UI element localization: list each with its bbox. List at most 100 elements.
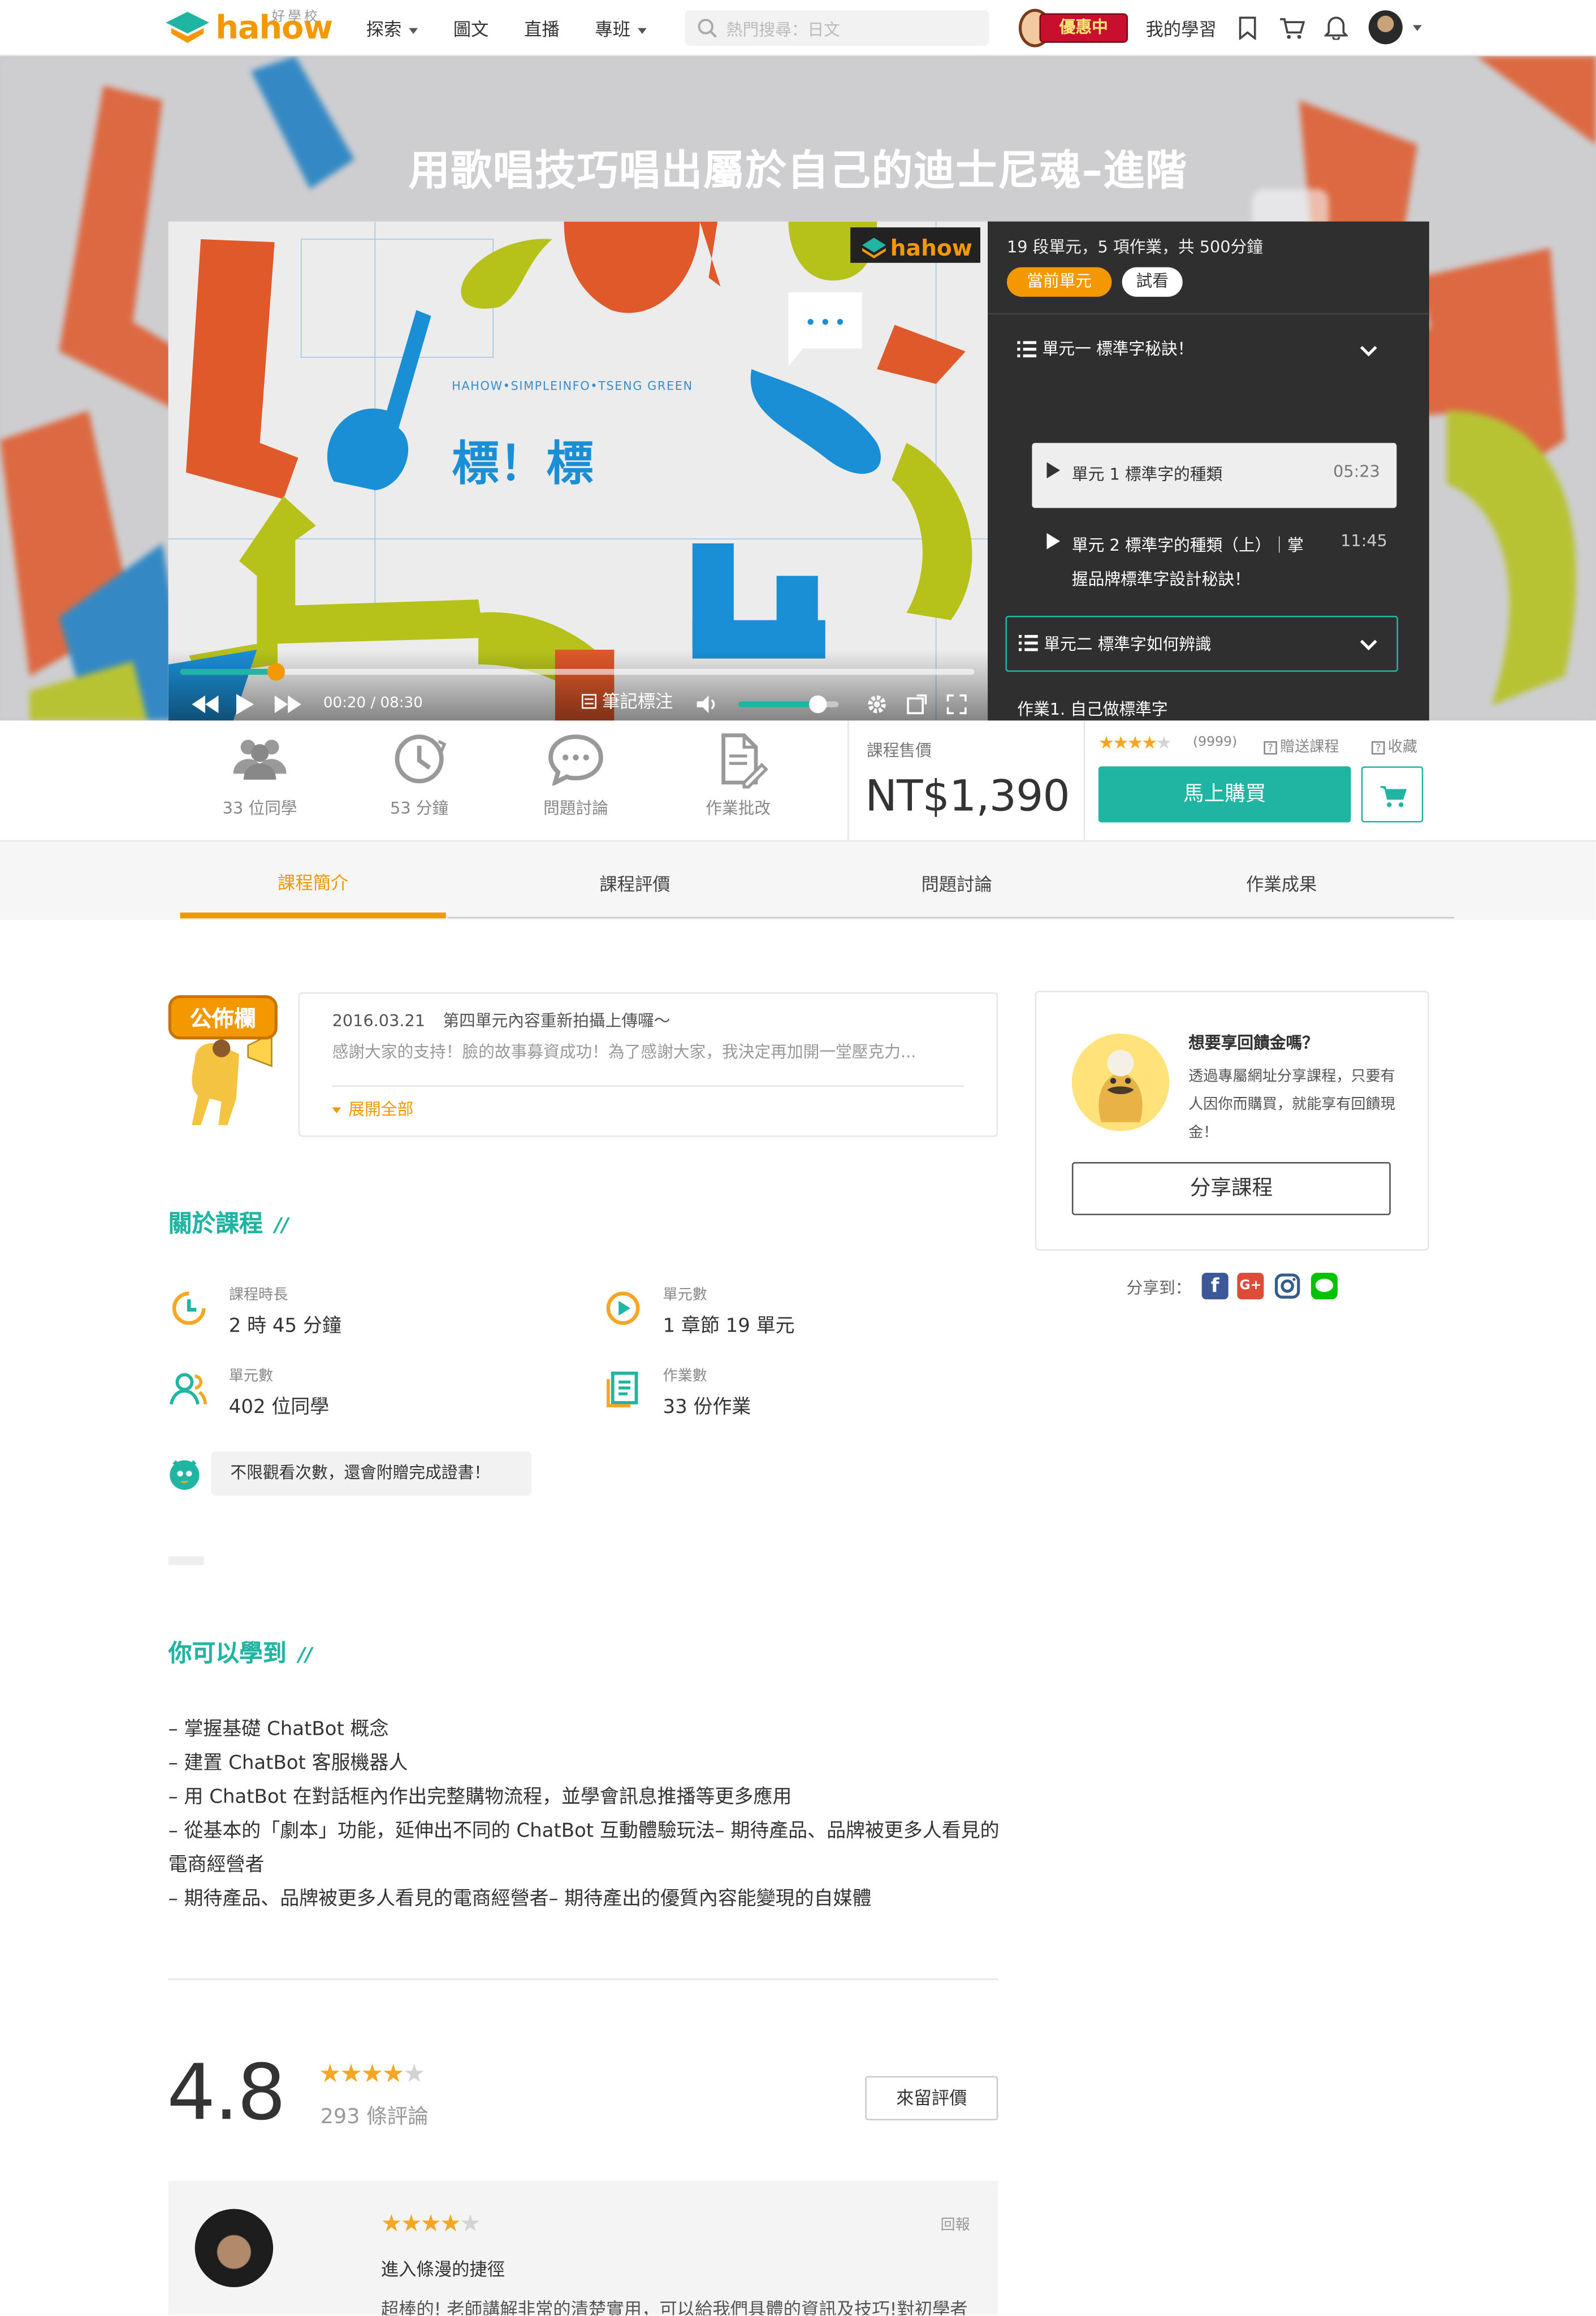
video-player[interactable]: HAHOW•SIMPLEINFO•TSENG GREEN 標！標 hahow 0… (168, 221, 988, 721)
line-icon[interactable] (1310, 1273, 1338, 1300)
notice-date: 2016.03.21 (332, 1011, 426, 1031)
stat-homework: 作業批改 (672, 732, 805, 819)
star-icon: ★ (1098, 732, 1114, 753)
video-progress-handle[interactable] (266, 663, 284, 681)
promo-badge[interactable]: 優惠中 (1018, 8, 1128, 47)
star-icon: ★ (340, 2059, 362, 2090)
course-hero: 用歌唱技巧唱出屬於自己的迪士尼魂–進階 HAHOW•SIMPLEINFO•TSE… (0, 56, 1596, 721)
tab-discussion[interactable]: 問題討論 (824, 841, 1089, 918)
star-icon: ★ (380, 2209, 403, 2237)
star-icon: ★ (440, 2209, 461, 2237)
fast-forward-icon[interactable] (274, 695, 301, 714)
fullscreen-icon[interactable] (946, 694, 967, 715)
nav-explore[interactable]: 探索 (366, 16, 418, 41)
leave-review-button[interactable]: 來留評價 (865, 2076, 998, 2120)
note-button[interactable]: 筆記標注 (581, 688, 673, 713)
search-input[interactable]: 熱門搜尋：日文 (685, 10, 989, 46)
notice-body: 感謝大家的支持！臉的故事募資成功！為了感謝大家，我決定再加開一堂壓克力... (332, 1042, 916, 1062)
nav-explore-label: 探索 (366, 19, 402, 40)
nav-topics[interactable]: 專班 (595, 16, 647, 41)
lesson-playlist: 19 段單元，5 項作業，共 500分鐘 當前單元 試看 單元一 標準字秘訣！ … (988, 221, 1429, 721)
playlist-summary: 19 段單元，5 項作業，共 500分鐘 (1006, 237, 1264, 257)
chapter-2-header[interactable]: 單元二 標準字如何辨識 (1005, 615, 1398, 672)
question-icon: ? (1371, 741, 1385, 755)
homework-item[interactable]: 作業1. 自己做標準字 (1017, 697, 1167, 721)
buy-now-button[interactable]: 馬上購買 (1098, 766, 1351, 823)
tabs-baseline (447, 917, 1455, 919)
play-icon (1046, 533, 1060, 550)
chevron-down-icon[interactable] (1413, 25, 1422, 31)
stat-discussion-label: 問題討論 (543, 798, 608, 818)
bookmark-icon[interactable] (1237, 16, 1258, 40)
nav-articles[interactable]: 圖文 (453, 16, 489, 41)
chevron-down-icon (638, 27, 647, 33)
tab-homework[interactable]: 作業成果 (1149, 841, 1415, 918)
review-summary-stars: ★★★★★ (319, 2059, 426, 2090)
settings-gear-icon[interactable] (867, 694, 888, 715)
preview-button[interactable]: 試看 (1122, 267, 1183, 297)
about-value: 1 章節 19 單元 (663, 1315, 795, 1338)
rewind-icon[interactable] (192, 695, 219, 714)
chapter-2-title: 單元二 標準字如何辨識 (1044, 634, 1212, 654)
add-to-cart-button[interactable] (1361, 766, 1424, 823)
about-value: 33 份作業 (663, 1397, 751, 1419)
share-to-label: 分享到： (1126, 1278, 1192, 1298)
video-brand: hahow (890, 236, 972, 261)
instagram-icon[interactable] (1274, 1273, 1301, 1299)
google-plus-icon[interactable]: G+ (1237, 1273, 1264, 1300)
list-icon (1018, 634, 1038, 651)
price-value: NT$1,390 (865, 771, 1070, 821)
user-avatar[interactable] (1368, 10, 1403, 45)
cart-icon[interactable] (1278, 16, 1305, 40)
expand-all-link[interactable]: 展開全部 (332, 1097, 413, 1121)
gift-course-link[interactable]: ? 贈送課程 (1264, 734, 1339, 756)
video-progress-fill (180, 668, 276, 675)
lesson-2-duration: 11:45 (1340, 532, 1387, 551)
nav-topics-label: 專班 (595, 19, 631, 40)
popout-icon[interactable] (906, 694, 927, 715)
facebook-icon[interactable]: f (1201, 1273, 1229, 1300)
stat-duration-label: 53 分鐘 (390, 798, 449, 818)
star-icon: ★ (403, 2059, 426, 2090)
course-title: 用歌唱技巧唱出屬於自己的迪士尼魂–進階 (408, 146, 1188, 195)
reviewer-avatar[interactable] (194, 2209, 274, 2288)
share-course-button[interactable]: 分享課程 (1071, 1162, 1391, 1216)
learn-title: 你可以學到 (168, 1639, 287, 1667)
share-description: 透過專屬網址分享課程，只要有人因你而購買，就能享有回饋現金！ (1188, 1069, 1395, 1142)
learn-list: – 掌握基礎 ChatBot 概念 – 建置 ChatBot 客服機器人 – 用… (168, 1713, 1002, 1916)
gift-course-label: 贈送課程 (1280, 740, 1339, 757)
price-rating-stars: ★★★★★ (1098, 732, 1172, 753)
star-icon: ★ (361, 2059, 383, 2090)
nav-live[interactable]: 直播 (524, 16, 560, 41)
volume-slider[interactable] (738, 695, 839, 714)
users-icon (170, 1373, 207, 1405)
review-title: 進入條漫的捷徑 (380, 2259, 505, 2280)
document-edit-icon (721, 733, 769, 789)
referral-mascot-icon (1071, 1033, 1170, 1131)
students-icon (233, 740, 287, 780)
report-link[interactable]: 回報 (940, 2212, 970, 2234)
volume-icon[interactable] (697, 695, 718, 714)
nav-my-learning[interactable]: 我的學習 (1145, 16, 1216, 41)
tab-intro[interactable]: 課程簡介 (180, 841, 446, 919)
search-icon (698, 19, 717, 38)
notice-header: 2016.03.21 第四單元內容重新拍攝上傳囉～ (332, 1009, 671, 1032)
favorite-link[interactable]: ? 收藏 (1371, 734, 1417, 756)
lesson-1-item[interactable]: 單元 1 標準字的種類 05:23 (1032, 443, 1397, 508)
play-icon[interactable] (236, 694, 254, 715)
star-icon: ★ (400, 2209, 422, 2237)
volume-fill (738, 701, 819, 707)
chat-bubble-icon (548, 734, 603, 787)
star-icon: ★ (1141, 732, 1157, 753)
course-stats-bar: 33 位同學 53 分鐘 問題討論 作業批改 課程售價 NT$1,390 ★★★… (0, 720, 1596, 842)
about-value: 2 時 45 分鐘 (228, 1315, 341, 1338)
course-tabs: 課程簡介 課程評價 問題討論 作業成果 (0, 841, 1596, 920)
lesson-2-item[interactable]: 單元 2 標準字的種類（上）｜掌握品牌標準字設計秘訣！ 11:45 (1032, 526, 1396, 600)
bell-icon[interactable] (1324, 15, 1348, 40)
tab-reviews[interactable]: 課程評價 (502, 841, 768, 918)
share-card: 想要享回饋金嗎？ 透過專屬網址分享課程，只要有人因你而購買，就能享有回饋現金！ … (1035, 991, 1429, 1251)
chapter-1-title: 單元一 標準字秘訣！ (1042, 339, 1194, 359)
current-unit-button[interactable]: 當前單元 (1006, 267, 1112, 297)
chapter-1-header[interactable]: 單元一 標準字秘訣！ (1005, 328, 1413, 372)
video-progress-bar[interactable] (180, 663, 975, 681)
